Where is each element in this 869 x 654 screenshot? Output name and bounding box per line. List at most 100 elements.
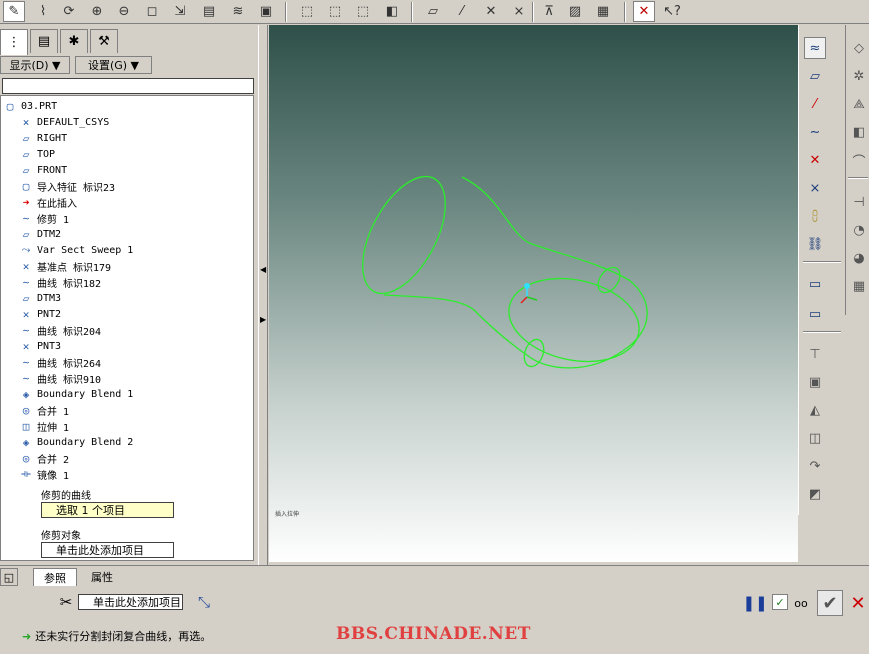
tree-item-merge-2[interactable]: ◎ 合并 2: [17, 450, 69, 466]
csys-tool-icon[interactable]: ⨯: [804, 177, 826, 199]
mirror-tool-icon[interactable]: ⊣: [848, 191, 869, 213]
datum-axis-display-icon[interactable]: ⁄: [451, 1, 473, 22]
trim-curve-collector[interactable]: 选取 1 个项目: [41, 502, 174, 518]
datum-plane-icon: ▱: [22, 227, 30, 241]
zoom-fit-icon[interactable]: ◻: [141, 1, 163, 22]
sketch-toggle-icon[interactable]: ▨: [564, 1, 586, 22]
tree-item-right[interactable]: ▱ RIGHT: [17, 130, 67, 146]
tree-filter-field[interactable]: [2, 78, 254, 94]
revolve-icon[interactable]: ✲: [848, 65, 869, 87]
tree-item-insert-here[interactable]: ➜ 在此插入: [17, 194, 77, 210]
close-window-icon[interactable]: ✕: [633, 1, 655, 22]
datum-plane-display-icon[interactable]: ▱: [422, 1, 444, 22]
saved-view-icon[interactable]: ▤: [198, 1, 220, 22]
tree-item-trim-1[interactable]: ∼ 修剪 1: [17, 210, 69, 226]
favorites-tab-icon[interactable]: ✱: [60, 29, 88, 53]
zoom-in-icon[interactable]: ⊕: [86, 1, 108, 22]
pattern-icon[interactable]: ⌒: [848, 149, 869, 171]
draft-icon[interactable]: ◭: [804, 399, 826, 421]
tree-item-curve-910[interactable]: ∼ 曲线 标识910: [17, 370, 101, 386]
tree-item-pnt2[interactable]: ✕ PNT2: [17, 306, 61, 322]
hidden-line-icon[interactable]: ⬚: [324, 1, 346, 22]
tree-item-datum-point-179[interactable]: ✕ 基准点 标识179: [17, 258, 111, 274]
spin-icon[interactable]: ⟳: [58, 1, 80, 22]
save-icon[interactable]: ▦: [592, 1, 614, 22]
shell-icon[interactable]: ▣: [804, 371, 826, 393]
tree-item-dtm3[interactable]: ▱ DTM3: [17, 290, 61, 306]
tree-item-var-sect-sweep[interactable]: ⤳ Var Sect Sweep 1: [17, 242, 134, 258]
show-dropdown[interactable]: 显示(D) ▼: [0, 56, 70, 74]
tab-properties[interactable]: 属性: [80, 568, 124, 586]
cancel-x-icon[interactable]: ✕: [847, 590, 869, 616]
tree-item-boundary-blend-2[interactable]: ◈ Boundary Blend 2: [17, 434, 134, 450]
datum-axis-tool-icon[interactable]: ⁄: [804, 93, 826, 115]
sketch-icon[interactable]: ✎: [3, 1, 25, 22]
tree-item-import[interactable]: ▢ 导入特征 标识23: [17, 178, 115, 194]
tree-item-dtm2[interactable]: ▱ DTM2: [17, 226, 61, 242]
ref-link-icon[interactable]: ⛓: [804, 233, 826, 255]
datum-point-display-icon[interactable]: ✕: [480, 1, 502, 22]
tree-item-part[interactable]: ▢ 03.PRT: [1, 98, 57, 114]
merge-tool-icon[interactable]: ◕: [848, 247, 869, 269]
folder-browser-tab-icon[interactable]: ▤: [30, 29, 58, 53]
curve-icon: ∼: [22, 355, 30, 369]
trim-object-collector[interactable]: 单击此处添加项目: [41, 542, 174, 558]
trim-tool-icon[interactable]: ◔: [848, 219, 869, 241]
sweep-tool-icon[interactable]: ◩: [804, 483, 826, 505]
datum-plane-tool-icon[interactable]: ≈: [804, 37, 826, 59]
model-tree-tab-icon[interactable]: ⋮: [0, 29, 28, 55]
tree-item-csys[interactable]: ⨯ DEFAULT_CSYS: [17, 114, 110, 130]
csys-display-icon[interactable]: ⨯: [508, 1, 530, 22]
datum-plane-tool-icon[interactable]: ▱: [804, 65, 826, 87]
apply-checkmark-icon[interactable]: ✔: [817, 590, 843, 616]
preview-checkbox[interactable]: ✓: [772, 594, 788, 610]
annotation-icon[interactable]: ⊼: [538, 1, 560, 22]
hole-icon[interactable]: ◇: [848, 37, 869, 59]
orient-icon[interactable]: ⇲: [169, 1, 191, 22]
shading-icon[interactable]: ◧: [381, 1, 403, 22]
context-help-icon[interactable]: ↖?: [661, 1, 683, 22]
flip-direction-icon[interactable]: ⤡: [194, 592, 214, 612]
tree-item-curve-204[interactable]: ∼ 曲线 标识204: [17, 322, 101, 338]
expand-right-icon[interactable]: ▶: [260, 315, 266, 324]
csys-triad: [520, 283, 538, 304]
tree-item-mirror-1[interactable]: ⟛ 镜像 1: [17, 466, 69, 482]
zoom-out-icon[interactable]: ⊖: [113, 1, 135, 22]
curve-feature-icon[interactable]: ◧: [848, 121, 869, 143]
datum-point-tool-icon[interactable]: ✕: [804, 149, 826, 171]
message-arrow-icon: ➜: [22, 629, 32, 643]
table-icon[interactable]: ▦: [848, 275, 869, 297]
analysis-icon[interactable]: ⩉: [804, 205, 826, 227]
wireframe-icon[interactable]: ⬚: [296, 1, 318, 22]
graphics-window[interactable]: 插入拉伸: [269, 25, 798, 562]
tree-item-front[interactable]: ▱ FRONT: [17, 162, 67, 178]
extrude-icon: ◫: [22, 419, 30, 433]
tree-item-boundary-blend-1[interactable]: ◈ Boundary Blend 1: [17, 386, 134, 402]
trim-object-field[interactable]: 单击此处添加项目: [78, 594, 183, 610]
view-manager-icon[interactable]: ▣: [255, 1, 277, 22]
glasses-icon[interactable]: oo: [790, 594, 812, 612]
tree-item-merge-1[interactable]: ◎ 合并 1: [17, 402, 69, 418]
connections-tab-icon[interactable]: ⚒: [90, 29, 118, 53]
rib-icon[interactable]: ◫: [804, 427, 826, 449]
tree-item-top[interactable]: ▱ TOP: [17, 146, 55, 162]
loft-icon[interactable]: ⟁: [848, 93, 869, 115]
settings-dropdown[interactable]: 设置(G) ▼: [75, 56, 152, 74]
tree-item-curve-264[interactable]: ∼ 曲线 标识264: [17, 354, 101, 370]
layer-icon[interactable]: ≋: [227, 1, 249, 22]
tree-item-curve-182[interactable]: ∼ 曲线 标识182: [17, 274, 101, 290]
datum-plane-add-icon[interactable]: ▭: [804, 273, 826, 295]
round-icon[interactable]: ⊤: [804, 343, 826, 365]
trim-curve-label: 修剪的曲线: [41, 490, 91, 502]
blend-icon[interactable]: ↷: [804, 455, 826, 477]
panel-splitter[interactable]: ◀ ▶: [258, 25, 268, 565]
no-hidden-icon[interactable]: ⬚: [352, 1, 374, 22]
pause-icon[interactable]: ❚❚: [742, 594, 767, 612]
datum-plane-edit-icon[interactable]: ▭: [804, 303, 826, 325]
tree-item-pnt3[interactable]: ✕ PNT3: [17, 338, 61, 354]
datum-axis-icon[interactable]: ⌇: [32, 1, 54, 22]
datum-curve-tool-icon[interactable]: ∼: [804, 121, 826, 143]
collapse-left-icon[interactable]: ◀: [260, 265, 266, 274]
tab-references[interactable]: 参照: [33, 568, 77, 586]
tree-item-extrude-1[interactable]: ◫ 拉伸 1: [17, 418, 69, 434]
